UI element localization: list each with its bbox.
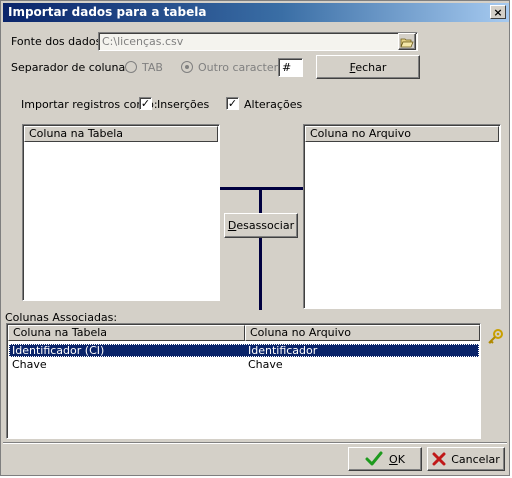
close-button[interactable]: × [490,5,506,19]
table-columns-header[interactable]: Coluna na Tabela [24,126,218,142]
table-columns-list[interactable]: Coluna na Tabela [22,124,220,301]
connector-vertical-line [259,187,262,310]
tab-radio[interactable] [125,61,137,73]
separator-label: Separador de colunas: [11,61,135,74]
row-table-cell: Identificador (CI) [12,344,105,357]
other-char-value: # [282,61,292,74]
x-icon [432,452,446,466]
folder-open-icon [400,38,414,47]
other-char-radio[interactable] [181,61,193,73]
other-char-input[interactable]: # [278,58,303,77]
other-char-label: Outro caractere: [198,61,289,74]
dissociate-button[interactable]: Desassociar [224,213,298,238]
cancel-button[interactable]: Cancelar [427,447,505,471]
table-row[interactable]: Identificador (CI) Identificador [9,344,479,357]
row-table-cell: Chave [12,358,47,371]
row-file-cell: Chave [248,358,283,371]
checkmark-icon: ✓ [227,97,238,110]
checkmark-icon [365,451,383,466]
ok-button-label: OK [389,452,405,466]
insercoes-checkbox[interactable]: ✓ [139,97,152,110]
tab-radio-label: TAB [142,61,163,74]
fechar-button[interactable]: Fechar [316,55,420,79]
table-row[interactable]: Chave Chave [9,358,479,371]
source-label: Fonte dos dados: [11,35,106,48]
import-as-label: Importar registros como: [21,98,158,111]
associated-columns-table[interactable]: Coluna na Tabela Coluna no Arquivo Ident… [6,323,481,439]
file-columns-list[interactable]: Coluna no Arquivo [303,124,501,309]
insercoes-label: Inserções [157,98,210,111]
associated-header-file-col[interactable]: Coluna no Arquivo [245,325,480,341]
row-file-cell: Identificador [248,344,318,357]
browse-button[interactable] [398,33,416,50]
window-title: Importar dados para a tabela [8,5,207,19]
source-field[interactable]: C:\licenças.csv [98,32,418,51]
checkmark-icon: ✓ [140,97,151,110]
bottom-divider-highlight [3,443,507,444]
cancel-button-label: Cancelar [451,452,500,466]
alteracoes-checkbox[interactable]: ✓ [226,97,239,110]
dissociate-button-label: Desassociar [227,219,295,232]
associated-header-table-col[interactable]: Coluna na Tabela [8,325,245,341]
fechar-button-label: Fechar [349,60,387,74]
file-columns-header[interactable]: Coluna no Arquivo [305,126,499,142]
title-bar: Importar dados para a tabela × [3,3,509,22]
import-dialog: Importar dados para a tabela × Fonte dos… [0,0,510,476]
source-path: C:\licenças.csv [102,35,184,48]
key-icon[interactable] [486,329,504,345]
close-icon: × [493,5,503,19]
alteracoes-label: Alterações [244,98,303,111]
ok-button[interactable]: OK [348,447,422,471]
